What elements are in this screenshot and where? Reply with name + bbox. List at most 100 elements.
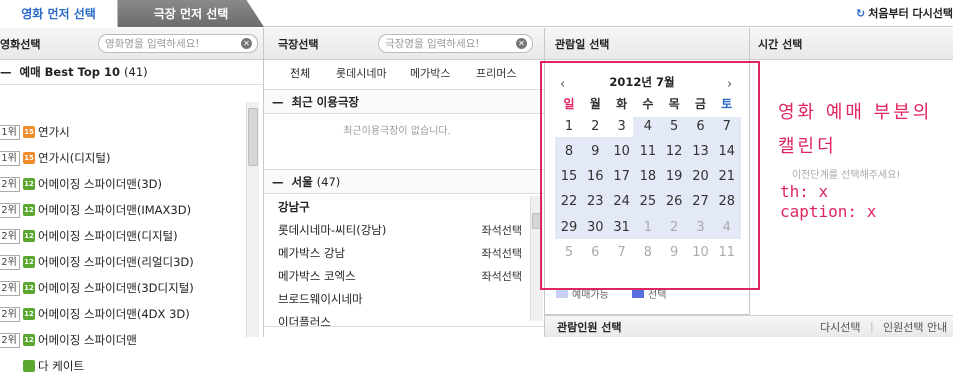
collapse-icon: — <box>272 174 284 189</box>
movie-search-placeholder: 영화명을 입력하세요! <box>105 38 200 50</box>
region-count: (47) <box>316 174 341 189</box>
theater-name: 브로드웨이시네마 <box>278 292 363 306</box>
movie-scrollbar[interactable] <box>246 102 259 337</box>
age-rating-icon: 12 <box>23 334 35 346</box>
legend-selected-swatch <box>632 289 644 298</box>
movie-title: 연가시(디지털) <box>38 151 111 165</box>
people-guide-link[interactable]: 인원선택 안내 <box>883 319 947 335</box>
theater-search-placeholder: 극장명을 입력하세요! <box>385 38 480 50</box>
rank-badge: 2위 <box>0 176 20 192</box>
theater-search-input[interactable]: 극장명을 입력하세요! ✕ <box>378 34 533 53</box>
rank-badge: 2위 <box>0 202 20 218</box>
movie-list-item[interactable]: 다 케이트 <box>0 355 84 377</box>
seat-select-link[interactable]: 좌석선택 <box>482 245 522 261</box>
movie-title: 연가시 <box>38 125 70 139</box>
recent-section-header[interactable]: — 최근 이용극장 <box>264 89 544 114</box>
restart-button[interactable]: ↻ 처음부터 다시선택 <box>856 4 953 22</box>
movie-list-item[interactable]: 2위 12 어메이징 스파이더맨(리얼디3D) <box>0 251 194 273</box>
seat-select-link[interactable]: 좌석선택 <box>482 268 522 284</box>
age-rating-icon: 12 <box>23 178 35 190</box>
theater-column: 극장선택 극장명을 입력하세요! ✕ 전체 롯데시네마 메가박스 프리머스 — 최근 … <box>264 28 545 337</box>
rank-badge: 1위 <box>0 124 20 140</box>
theater-header-title: 극장선택 <box>278 37 319 51</box>
reselect-button[interactable]: 다시선택 <box>820 319 860 335</box>
rank-badge: 1위 <box>0 150 20 166</box>
region-label: 서울 <box>291 174 313 189</box>
movie-list-item[interactable]: 2위 12 어메이징 스파이더맨(3D) <box>0 173 162 195</box>
annotation-line4: caption: x <box>780 202 877 221</box>
movie-title: 어메이징 스파이더맨 <box>38 333 137 347</box>
movie-list-item[interactable]: 2위 12 어메이징 스파이더맨(3D디지털) <box>0 277 194 299</box>
age-rating-icon <box>23 360 35 372</box>
region-section-header[interactable]: — 서울 (47) <box>264 169 544 194</box>
theater-name: 메가박스 강남 <box>278 246 346 260</box>
annotation-line1: 영화 예매 부분의 <box>778 102 933 123</box>
date-header-title: 관람일 선택 <box>555 37 610 51</box>
theater-item[interactable]: 메가박스 코엑스 좌석선택 <box>278 265 528 287</box>
rank-badge: 2위 <box>0 306 20 322</box>
top10-count: (41) <box>124 65 148 79</box>
age-rating-icon: 12 <box>23 204 35 216</box>
district-label: 강남구 <box>278 200 310 214</box>
movie-scroll-thumb[interactable] <box>248 108 258 166</box>
movie-list-item[interactable]: 2위 12 어메이징 스파이더맨(디지털) <box>0 225 178 247</box>
movie-search-input[interactable]: 영화명을 입력하세요! ✕ <box>98 34 258 53</box>
rank-badge: 2위 <box>0 280 20 296</box>
movie-title: 어메이징 스파이더맨(3D디지털) <box>38 281 194 295</box>
time-header: 시간 선택 <box>750 28 953 60</box>
chain-tab[interactable]: 프리머스 <box>476 65 516 81</box>
top10-section-header[interactable]: — 예매 Best Top 10 (41) <box>0 60 263 85</box>
rank-badge: 2위 <box>0 228 20 244</box>
movie-list-item[interactable]: 1위 15 연가시(디지털) <box>0 147 110 169</box>
age-rating-icon: 15 <box>23 126 35 138</box>
separator: | <box>870 320 874 333</box>
theater-item[interactable]: 메가박스 강남 좌석선택 <box>278 242 528 264</box>
people-bar: 관람인원 선택 다시선택 | 인원선택 안내 <box>545 315 953 337</box>
theater-name: 롯데시네마-씨티(강남) <box>278 223 387 237</box>
tab-theater-first[interactable]: 극장 먼저 선택 <box>118 0 264 27</box>
age-rating-icon: 12 <box>23 282 35 294</box>
refresh-icon: ↻ <box>855 6 866 20</box>
next-region-divider <box>264 326 544 337</box>
recent-label: 최근 이용극장 <box>291 94 359 109</box>
theater-name: 메가박스 코엑스 <box>278 269 356 283</box>
movie-title: 어메이징 스파이더맨(리얼디3D) <box>38 255 194 269</box>
movie-header: 영화선택 영화명을 입력하세요! ✕ <box>0 28 263 60</box>
theater-item[interactable]: 브로드웨이시네마 <box>278 288 528 310</box>
movie-column: 영화선택 영화명을 입력하세요! ✕ — 예매 Best Top 10 (41)… <box>0 28 264 373</box>
top10-label: 예매 Best Top 10 <box>19 65 121 79</box>
rank-badge: 2위 <box>0 254 20 270</box>
theater-header: 극장선택 극장명을 입력하세요! ✕ <box>264 28 544 60</box>
movie-list-item[interactable]: 2위 12 어메이징 스파이더맨(IMAX3D) <box>0 199 191 221</box>
movie-list-item[interactable]: 1위 15 연가시 <box>0 121 70 143</box>
clear-icon[interactable]: ✕ <box>516 38 527 49</box>
seat-select-link[interactable]: 좌석선택 <box>482 222 522 238</box>
chain-tab[interactable]: 메가박스 <box>410 65 450 81</box>
legend-available-swatch <box>556 289 568 298</box>
movie-title: 다 케이트 <box>38 359 84 373</box>
time-header-title: 시간 선택 <box>758 37 803 51</box>
movie-title: 어메이징 스파이더맨(디지털) <box>38 229 178 243</box>
movie-title: 어메이징 스파이더맨(IMAX3D) <box>38 203 192 217</box>
recent-empty-text: 최근이용극장이 없습니다. <box>343 126 451 137</box>
movie-list-item[interactable]: 2위 12 어메이징 스파이더맨(4DX 3D) <box>0 303 190 325</box>
theater-item[interactable]: 롯데시네마-씨티(강남) 좌석선택 <box>278 219 528 241</box>
rank-badge: 2위 <box>0 332 20 348</box>
time-hint: 이전단계를 선택해주세요! <box>792 170 901 181</box>
annotation-line3: th: x <box>780 182 829 201</box>
chain-tab[interactable]: 전체 <box>290 65 310 81</box>
movie-list-item[interactable]: 2위 12 어메이징 스파이더맨 <box>0 329 137 351</box>
collapse-icon: — <box>272 94 284 109</box>
age-rating-icon: 15 <box>23 152 35 164</box>
clear-icon[interactable]: ✕ <box>241 38 252 49</box>
collapse-icon: — <box>0 65 12 79</box>
annotation-highlight-frame <box>540 61 760 290</box>
people-header: 관람인원 선택 <box>557 320 622 334</box>
date-header: 관람일 선택 <box>545 28 749 60</box>
annotation-line2: 캘린더 <box>778 136 837 157</box>
age-rating-icon: 12 <box>23 256 35 268</box>
chain-tab[interactable]: 롯데시네마 <box>336 65 387 81</box>
movie-header-title: 영화선택 <box>0 37 41 51</box>
tab-movie-first[interactable]: 영화 먼저 선택 <box>0 0 118 27</box>
top-tab-bar: 영화 먼저 선택 극장 먼저 선택 ↻ 처음부터 다시선택 <box>0 0 953 27</box>
